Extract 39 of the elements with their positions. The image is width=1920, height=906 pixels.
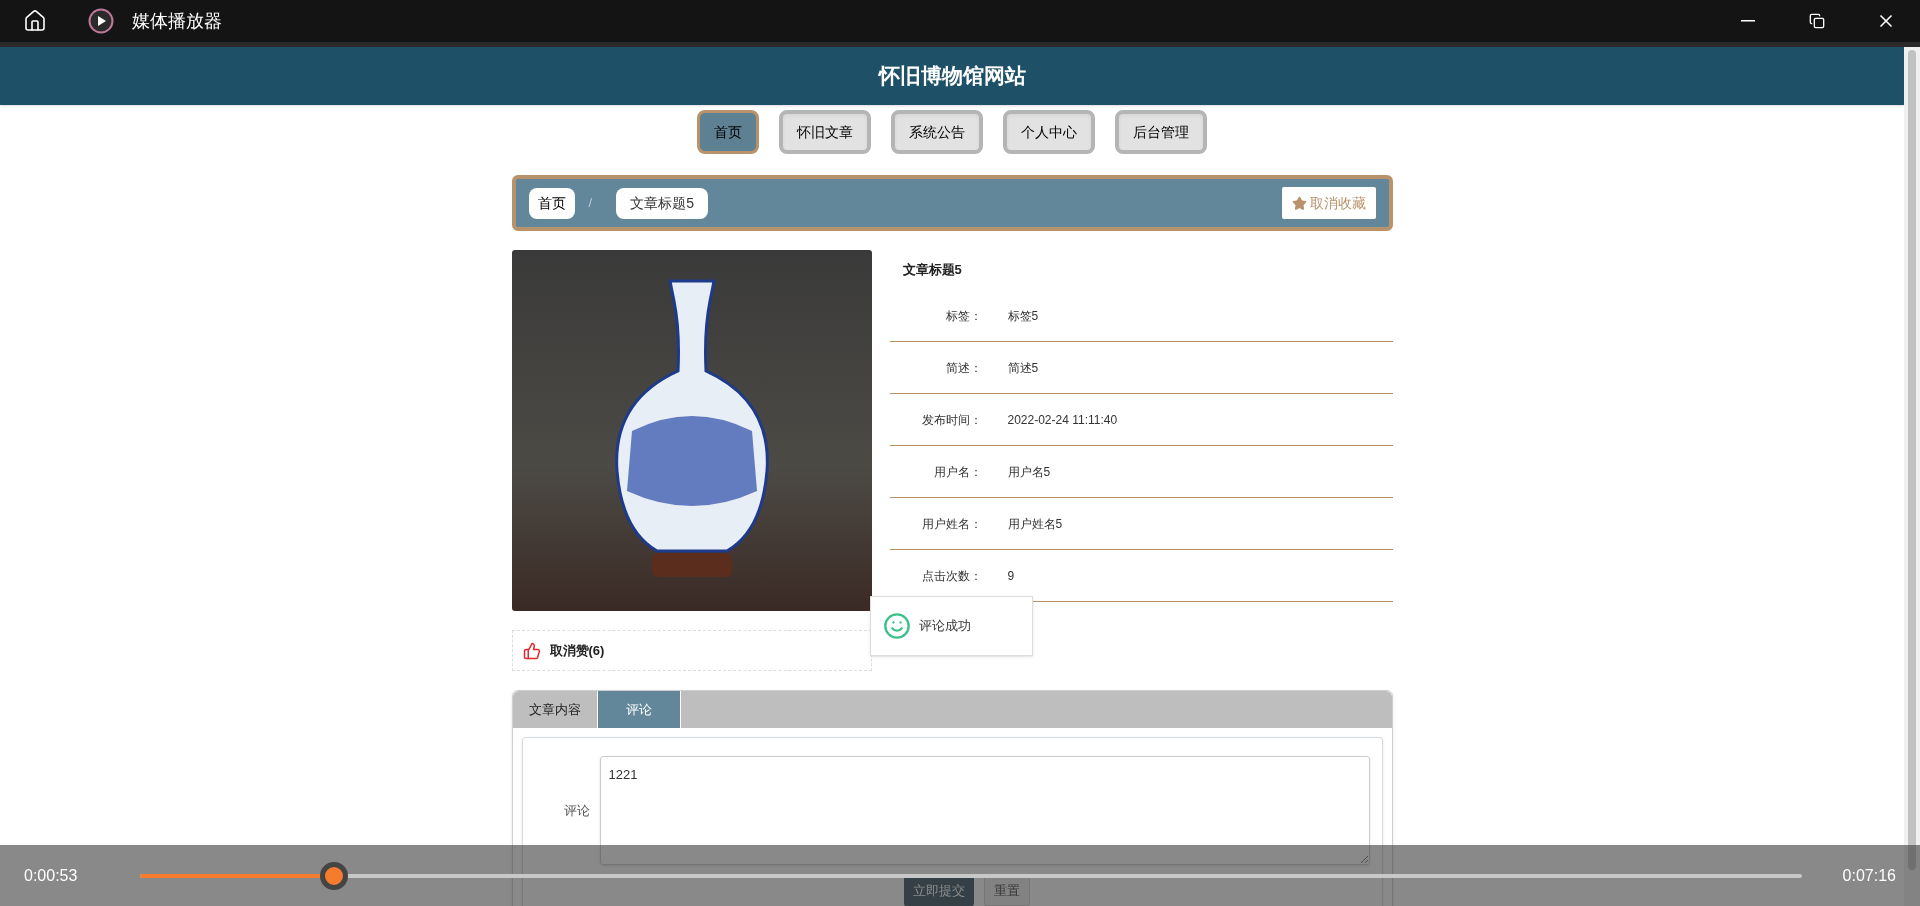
play-logo-icon bbox=[88, 8, 114, 34]
field-value: 用户名5 bbox=[1007, 463, 1051, 481]
comment-input[interactable]: 1221 bbox=[599, 756, 1370, 865]
field-label: 发布时间： bbox=[920, 411, 982, 429]
nav-button[interactable]: 后台管理 bbox=[1115, 110, 1207, 154]
nav-button[interactable]: 个人中心 bbox=[1003, 110, 1095, 154]
nav-button[interactable]: 怀旧文章 bbox=[779, 110, 871, 154]
field-label: 简述： bbox=[944, 359, 982, 377]
field-value: 9 bbox=[1007, 567, 1015, 585]
window-title: 媒体播放器 bbox=[132, 9, 222, 33]
site-title: 怀旧博物馆网站 bbox=[878, 63, 1026, 90]
breadcrumb-separator: / bbox=[588, 194, 593, 213]
field-label: 标签： bbox=[944, 307, 982, 325]
tab[interactable]: 文章内容 bbox=[512, 691, 597, 728]
article-title: 文章标题5 bbox=[901, 261, 963, 279]
minimize-icon bbox=[1740, 20, 1755, 22]
field-value: 简述5 bbox=[1007, 359, 1039, 377]
breadcrumb-link[interactable]: 文章标题5 bbox=[616, 187, 708, 219]
smile-icon bbox=[882, 612, 911, 640]
toast-message: 评论成功 bbox=[918, 617, 971, 636]
total-time: 0:07:16 bbox=[1841, 865, 1896, 886]
star-icon bbox=[1291, 195, 1307, 211]
scrollbar[interactable] bbox=[1904, 47, 1920, 906]
nav-button[interactable]: 系统公告 bbox=[891, 110, 983, 154]
field-value: 标签5 bbox=[1007, 307, 1039, 325]
comment-label: 评论 bbox=[562, 801, 590, 820]
restore-icon bbox=[1808, 13, 1825, 29]
thumbs-up-icon bbox=[522, 641, 541, 660]
field-label: 点击次数： bbox=[920, 567, 982, 585]
nav-button[interactable]: 首页 bbox=[697, 110, 759, 154]
field-value: 用户姓名5 bbox=[1007, 515, 1063, 533]
home-icon bbox=[23, 9, 47, 33]
tab[interactable]: 评论 bbox=[596, 691, 681, 728]
field-label: 用户姓名： bbox=[920, 515, 982, 533]
like-label[interactable]: 取消赞(6) bbox=[549, 640, 605, 661]
field-label: 用户名： bbox=[932, 463, 982, 481]
field-value: 2022-02-24 11:11:40 bbox=[1007, 411, 1118, 429]
breadcrumb-link[interactable]: 首页 bbox=[528, 187, 575, 219]
elapsed-time: 0:00:53 bbox=[24, 865, 79, 886]
